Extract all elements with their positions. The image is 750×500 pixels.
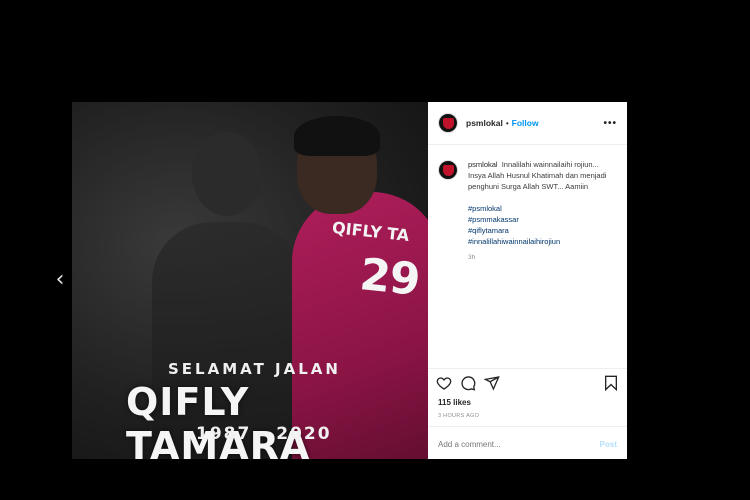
caption-username[interactable]: psmlokal — [468, 160, 498, 169]
tribute-name: QIFLY TAMARA — [126, 380, 311, 459]
more-options-icon[interactable]: ••• — [603, 118, 617, 129]
action-bar — [428, 368, 627, 396]
post-side-panel: psmlokal • Follow ••• psmlokal Innalilah… — [428, 102, 627, 459]
comment-input[interactable] — [438, 440, 600, 449]
comment-icon[interactable] — [460, 375, 476, 391]
hashtag-link[interactable]: #psmlokal — [468, 203, 617, 214]
post-image: QIFLY TA 29 SELAMAT JALAN QIFLY TAMARA 1… — [72, 102, 428, 459]
hashtag-list: #psmlokal #psmmakassar #qiflytamara #inn… — [468, 203, 617, 247]
club-badge-icon — [442, 164, 454, 176]
background-person-head — [192, 132, 262, 216]
caption-time: 3h — [468, 254, 476, 261]
avatar[interactable] — [438, 113, 458, 133]
player-hair — [294, 116, 380, 156]
heart-icon[interactable] — [436, 375, 452, 391]
post-comment-button[interactable]: Post — [600, 440, 617, 449]
header-username[interactable]: psmlokal — [466, 118, 503, 128]
hashtag-link[interactable]: #innalillahiwainnailaihirojiun — [468, 236, 617, 247]
like-count[interactable]: 115 likes — [428, 396, 627, 409]
follow-button[interactable]: Follow — [512, 118, 539, 128]
hashtag-link[interactable]: #psmmakassar — [468, 214, 617, 225]
caption-area: psmlokal Innalilahi wainnailaihi rojiun.… — [428, 145, 627, 368]
comment-box: Post — [428, 426, 627, 462]
post-timestamp: 3 HOURS AGO — [438, 413, 480, 419]
separator-dot: • — [505, 118, 509, 128]
caption-avatar[interactable] — [438, 160, 458, 180]
caption: psmlokal Innalilahi wainnailaihi rojiun.… — [468, 159, 617, 368]
club-badge-icon — [442, 117, 454, 129]
hashtag-link[interactable]: #qiflytamara — [468, 225, 617, 236]
post-header: psmlokal • Follow ••• — [428, 102, 627, 145]
tribute-subtitle: SELAMAT JALAN — [168, 360, 341, 378]
share-icon[interactable] — [484, 375, 500, 391]
previous-post-arrow[interactable]: ‹ — [52, 268, 68, 292]
jersey-number: 29 — [357, 249, 422, 306]
bookmark-icon[interactable] — [603, 375, 619, 391]
tribute-years: 1987 - 2020 — [196, 424, 332, 444]
